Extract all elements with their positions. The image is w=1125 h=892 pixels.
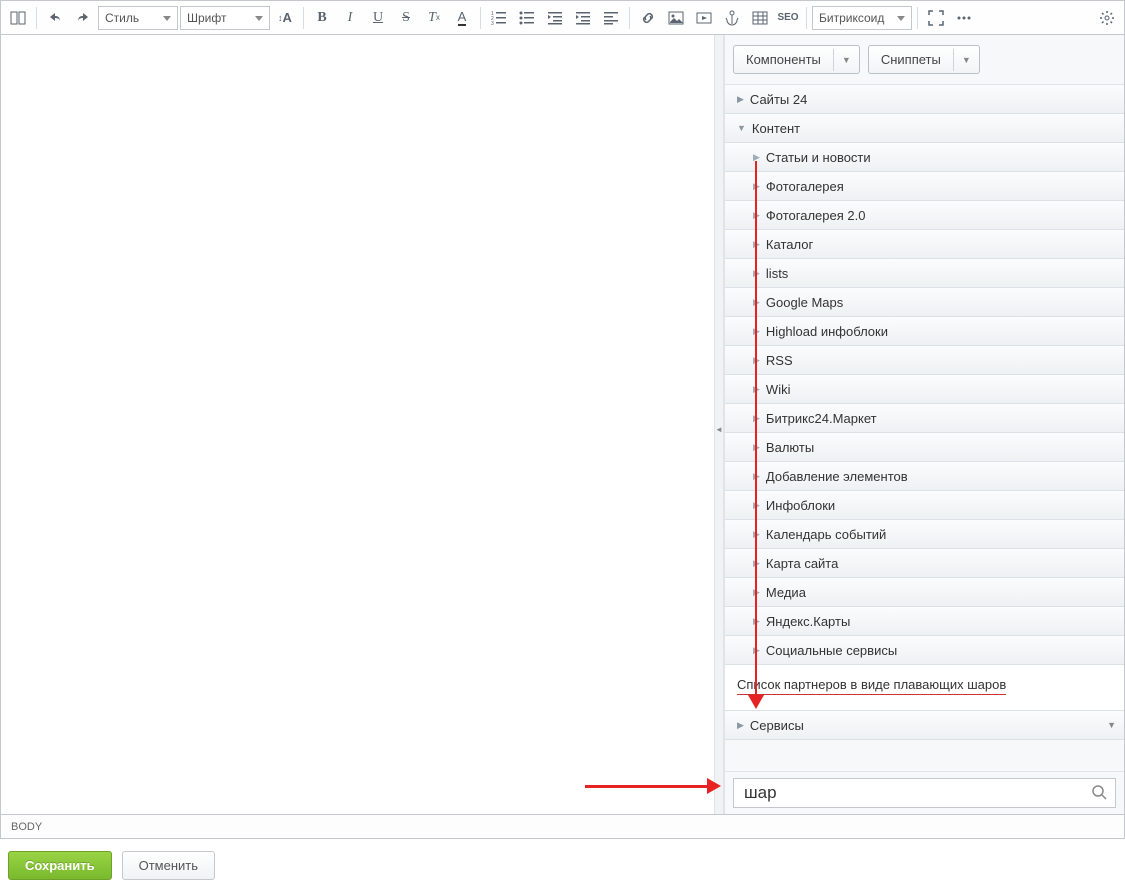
tree-item-label: Highload инфоблоки: [766, 324, 888, 339]
tree-item-label: Сайты 24: [750, 92, 807, 107]
component-search-input[interactable]: [734, 783, 1083, 803]
tree-item-label: Статьи и новости: [766, 150, 871, 165]
tree-item-label: Каталог: [766, 237, 813, 252]
tree-item-label: Битрикс24.Маркет: [766, 411, 877, 426]
component-tree[interactable]: Сайты 24 Контент Статьи и новости Фотогалер…: [725, 85, 1124, 771]
video-button[interactable]: [691, 5, 717, 31]
tree-item[interactable]: Карта сайта: [725, 549, 1124, 578]
dom-path: BODY: [11, 821, 42, 833]
more-button[interactable]: [951, 5, 977, 31]
tree-item-label: Инфоблоки: [766, 498, 835, 513]
tab-snippets[interactable]: Сниппеты ▼: [868, 45, 980, 74]
outdent-button[interactable]: [542, 5, 568, 31]
tree-item[interactable]: Сервисы▼: [725, 711, 1124, 740]
tree-item-label: Социальные сервисы: [766, 643, 897, 658]
tree-item-label: Яндекс.Карты: [766, 614, 850, 629]
tree-item[interactable]: Инфоблоки: [725, 491, 1124, 520]
tree-item[interactable]: Социальные сервисы: [725, 636, 1124, 665]
tree-item-label: Добавление элементов: [766, 469, 908, 484]
strike-button[interactable]: S: [393, 5, 419, 31]
search-result-item[interactable]: Список партнеров в виде плавающих шаров: [725, 665, 1124, 711]
underline-button[interactable]: U: [365, 5, 391, 31]
settings-button[interactable]: [1094, 5, 1120, 31]
unordered-list-button[interactable]: [514, 5, 540, 31]
tree-item-label: lists: [766, 266, 788, 281]
chevron-down-icon[interactable]: ▼: [833, 49, 859, 71]
indent-button[interactable]: [570, 5, 596, 31]
tree-item[interactable]: Календарь событий: [725, 520, 1124, 549]
cancel-button[interactable]: Отменить: [122, 851, 215, 880]
tree-item-label: Календарь событий: [766, 527, 886, 542]
tree-item[interactable]: Статьи и новости: [725, 143, 1124, 172]
template-select[interactable]: Битриксоид: [812, 6, 912, 30]
tree-item[interactable]: Добавление элементов: [725, 462, 1124, 491]
tree-item[interactable]: RSS: [725, 346, 1124, 375]
tree-item-label: Google Maps: [766, 295, 843, 310]
anchor-button[interactable]: [719, 5, 745, 31]
image-button[interactable]: [663, 5, 689, 31]
tree-item-label: Карта сайта: [766, 556, 838, 571]
tree-item-label: Фотогалерея 2.0: [766, 208, 866, 223]
tree-item[interactable]: Валюты: [725, 433, 1124, 462]
tree-item[interactable]: Битрикс24.Маркет: [725, 404, 1124, 433]
footer-buttons: Сохранить Отменить: [0, 839, 1125, 892]
link-button[interactable]: [635, 5, 661, 31]
tree-item[interactable]: Контент: [725, 114, 1124, 143]
tree-item[interactable]: Яндекс.Карты: [725, 607, 1124, 636]
tree-item-label: Фотогалерея: [766, 179, 844, 194]
editor-canvas[interactable]: [1, 35, 714, 814]
tree-item[interactable]: Фотогалерея 2.0: [725, 201, 1124, 230]
font-size-button[interactable]: ↕A: [272, 5, 298, 31]
text-color-button[interactable]: A: [449, 5, 475, 31]
status-bar: BODY: [0, 815, 1125, 839]
seo-button[interactable]: SEO: [775, 5, 801, 31]
redo-button[interactable]: [70, 5, 96, 31]
tree-item[interactable]: Медиа: [725, 578, 1124, 607]
bold-button[interactable]: B: [309, 5, 335, 31]
tree-item-label: Контент: [752, 121, 800, 136]
italic-button[interactable]: I: [337, 5, 363, 31]
clear-format-button[interactable]: Tx: [421, 5, 447, 31]
tab-components[interactable]: Компоненты ▼: [733, 45, 860, 74]
tree-item[interactable]: Wiki: [725, 375, 1124, 404]
sidebar-resize-handle[interactable]: [714, 35, 724, 814]
font-select[interactable]: Шрифт: [180, 6, 270, 30]
fullscreen-button[interactable]: [923, 5, 949, 31]
tree-item[interactable]: Highload инфоблоки: [725, 317, 1124, 346]
tree-item[interactable]: Google Maps: [725, 288, 1124, 317]
ordered-list-button[interactable]: 123: [486, 5, 512, 31]
table-button[interactable]: [747, 5, 773, 31]
component-search-bar: [725, 771, 1124, 814]
tree-item-label: RSS: [766, 353, 793, 368]
tree-item-label: Валюты: [766, 440, 814, 455]
split-view-icon[interactable]: [5, 5, 31, 31]
search-icon[interactable]: [1083, 784, 1115, 803]
chevron-down-icon[interactable]: ▼: [953, 49, 979, 71]
save-button[interactable]: Сохранить: [8, 851, 112, 880]
editor-container: Компоненты ▼ Сниппеты ▼ Сайты 24КонтентС…: [0, 35, 1125, 815]
tree-item[interactable]: Каталог: [725, 230, 1124, 259]
style-select[interactable]: Стиль: [98, 6, 178, 30]
editor-toolbar: Стиль Шрифт ↕A B I U S Tx A 123 SEO Битр…: [0, 0, 1125, 35]
tree-item[interactable]: lists: [725, 259, 1124, 288]
svg-text:3: 3: [491, 21, 494, 26]
tree-item[interactable]: Фотогалерея: [725, 172, 1124, 201]
tree-item-label: Медиа: [766, 585, 806, 600]
components-sidebar: Компоненты ▼ Сниппеты ▼ Сайты 24КонтентС…: [724, 35, 1124, 814]
sidebar-tabs: Компоненты ▼ Сниппеты ▼: [725, 35, 1124, 85]
align-button[interactable]: [598, 5, 624, 31]
tree-item-label: Сервисы: [750, 718, 804, 733]
undo-button[interactable]: [42, 5, 68, 31]
tree-item[interactable]: Сайты 24: [725, 85, 1124, 114]
tree-item-label: Wiki: [766, 382, 791, 397]
